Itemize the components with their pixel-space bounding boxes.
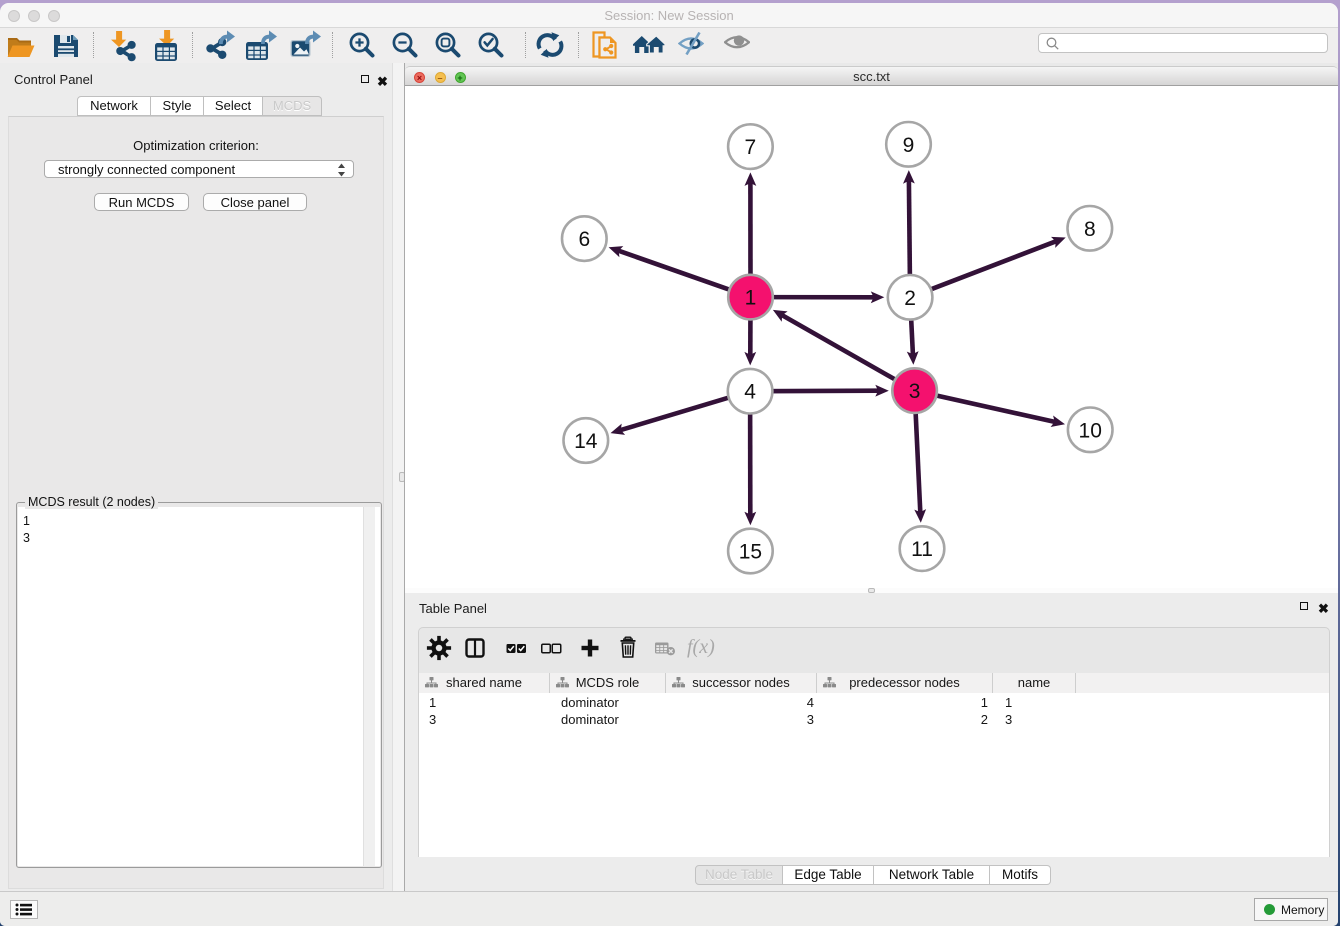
svg-text:3: 3 (909, 380, 921, 403)
svg-text:15: 15 (739, 541, 762, 564)
svg-text:8: 8 (1084, 218, 1096, 241)
svg-text:7: 7 (745, 136, 757, 159)
svg-text:2: 2 (904, 287, 916, 310)
svg-text:9: 9 (903, 134, 915, 157)
svg-text:6: 6 (578, 228, 590, 251)
svg-text:10: 10 (1079, 419, 1102, 442)
svg-text:11: 11 (911, 538, 933, 561)
svg-text:4: 4 (744, 381, 756, 404)
svg-text:14: 14 (574, 430, 598, 453)
svg-text:1: 1 (745, 287, 757, 310)
